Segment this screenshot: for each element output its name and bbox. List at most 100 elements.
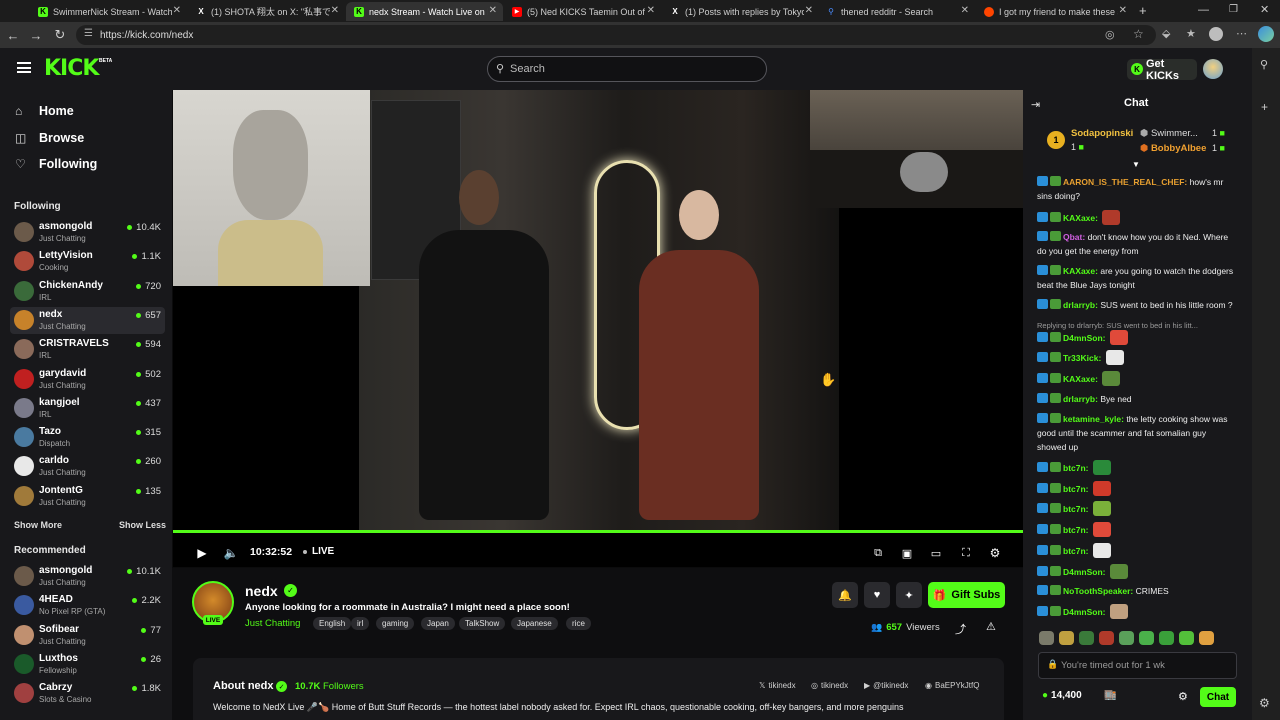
stream-category[interactable]: Just Chatting (245, 618, 300, 629)
chat-username[interactable]: ketamine_kyle (1063, 414, 1121, 424)
follow-heart-icon[interactable]: ♥ (864, 582, 890, 608)
forward-icon[interactable]: → (27, 26, 45, 44)
nav-browse[interactable]: ◫ Browse (15, 131, 84, 145)
sparkle-icon[interactable]: ✦ (896, 582, 922, 608)
tag-chip[interactable]: Japanese (511, 617, 558, 630)
sidebar-channel-cabrzy[interactable]: Cabrzy Slots & Casino 1.8K (10, 680, 165, 707)
social-link-instagram[interactable]: ◎ tikinedx (811, 681, 848, 690)
chat-message[interactable]: drlarryb: SUS went to bed in his little … (1037, 298, 1237, 312)
sidebar-channel-garydavid[interactable]: garydavid Just Chatting 502 (10, 366, 165, 393)
favorites-icon[interactable]: ★ (1186, 27, 1196, 40)
tag-chip[interactable]: rice (566, 617, 591, 630)
close-icon[interactable]: ✕ (173, 5, 181, 16)
profile-avatar[interactable] (1209, 27, 1223, 41)
pip-icon[interactable]: ▣ (900, 546, 914, 560)
browser-tab[interactable]: ⚲ thened redditr - Search ✕ (818, 2, 975, 21)
chat-input[interactable]: 🔒 You're timed out for 1 wk (1038, 652, 1237, 679)
chat-username[interactable]: D4mnSon (1063, 567, 1103, 577)
emote-icon[interactable] (1139, 631, 1154, 645)
chat-username[interactable]: D4mnSon (1063, 607, 1103, 617)
chat-username[interactable]: KAXaxe (1063, 374, 1095, 384)
address-bar[interactable]: ☰ https://kick.com/nedx (76, 25, 1156, 45)
gifter-name[interactable]: ⬢ Swimmer... (1140, 128, 1198, 139)
chat-username[interactable]: NoToothSpeaker (1063, 586, 1130, 596)
chat-username[interactable]: btc7n (1063, 484, 1086, 494)
add-icon[interactable]: + (1261, 100, 1268, 114)
more-menu-icon[interactable]: ⋯ (1236, 27, 1247, 40)
chat-message[interactable]: ketamine_kyle: the letty cooking show wa… (1037, 412, 1237, 454)
chat-message[interactable]: KAXaxe: are you going to watch the dodge… (1037, 264, 1237, 292)
top-gifter-name[interactable]: Sodapopinski (1071, 128, 1133, 139)
report-icon[interactable]: ⚠ (986, 620, 996, 633)
chat-message[interactable]: drlarryb: Bye ned (1037, 392, 1237, 406)
settings-gear-icon[interactable]: ⚙ (988, 546, 1002, 560)
browser-tab[interactable]: X (1) Posts with replies by Tokyo In ✕ (662, 2, 819, 21)
sidebar-channel-chickenandy[interactable]: ChickenAndy IRL 720 (10, 278, 165, 305)
tag-chip[interactable]: irl (351, 617, 370, 630)
chat-username[interactable]: Qbat (1063, 232, 1082, 242)
chat-username[interactable]: drlarryb (1063, 300, 1095, 310)
sidebar-channel-asmongold[interactable]: asmongold Just Chatting 10.4K (10, 219, 165, 246)
copilot-icon[interactable] (1258, 26, 1274, 42)
sidebar-channel-jontentg[interactable]: JontentG Just Chatting 135 (10, 483, 165, 510)
close-icon[interactable]: ✕ (805, 5, 813, 16)
video-player[interactable]: ✋ (173, 90, 1024, 567)
chat-message[interactable]: KAXaxe: (1037, 210, 1237, 225)
social-link-youtube[interactable]: ▶ @tikinedx (864, 681, 908, 690)
chat-settings-icon[interactable]: ⚙ (1178, 690, 1188, 703)
sidebar-channel-sofibear[interactable]: Sofibear Just Chatting 77 (10, 622, 165, 649)
chat-message[interactable]: NoToothSpeaker: CRIMES (1037, 584, 1237, 598)
chat-username[interactable]: btc7n (1063, 504, 1086, 514)
share-icon[interactable]: ⤴ (955, 621, 966, 637)
bookmark-star-icon[interactable]: ☆ (1133, 27, 1144, 41)
progress-track[interactable] (173, 530, 1024, 533)
minimize-icon[interactable]: — (1198, 4, 1209, 16)
tag-chip[interactable]: Japan (421, 617, 455, 630)
close-icon[interactable]: ✕ (331, 5, 339, 16)
chat-message[interactable]: btc7n: (1037, 543, 1237, 558)
chat-username[interactable]: drlarryb (1063, 394, 1095, 404)
close-icon[interactable]: ✕ (489, 5, 497, 16)
expand-chevron-icon[interactable]: ▼ (1132, 160, 1140, 169)
close-icon[interactable]: ✕ (961, 5, 969, 16)
chat-username[interactable]: AARON_IS_THE_REAL_CHEF (1063, 177, 1184, 187)
emote-icon[interactable] (1099, 631, 1114, 645)
translate-icon[interactable]: ◎ (1105, 28, 1115, 41)
volume-icon[interactable]: 🔈 (224, 546, 239, 560)
sidebar-channel-nedx[interactable]: nedx Just Chatting 657 (10, 306, 165, 334)
get-kicks-button[interactable]: K Get KICKs (1127, 58, 1197, 82)
chat-message[interactable]: btc7n: (1037, 522, 1237, 537)
window-close-icon[interactable]: ✕ (1260, 3, 1269, 16)
chat-message[interactable]: Qbat: don't know how you do it Ned. Wher… (1037, 230, 1237, 258)
play-icon[interactable]: ▶ (195, 546, 209, 560)
emote-icon[interactable] (1059, 631, 1074, 645)
chat-message[interactable]: AARON_IS_THE_REAL_CHEF: how's mr sins do… (1037, 175, 1237, 203)
sidebar-channel-carldo[interactable]: carldo Just Chatting 260 (10, 453, 165, 480)
social-link-x[interactable]: 𝕏tikinedx (759, 681, 796, 690)
browser-tab[interactable]: ▶ (5) Ned KICKS Taemin Out of Re ✕ (504, 2, 661, 21)
emote-icon[interactable] (1079, 631, 1094, 645)
clip-icon[interactable]: ⧉ (871, 546, 885, 560)
back-icon[interactable]: ← (4, 26, 22, 44)
sidebar-channel-luxthos[interactable]: Luxthos Fellowship 26 (10, 651, 165, 678)
browser-tab[interactable]: X (1) SHOTA 翔太 on X: "私事ですが✕ (188, 2, 345, 21)
search-icon[interactable]: ⚲ (1260, 58, 1268, 71)
browser-tab[interactable]: K SwimmerNick Stream - Watch Li ✕ (30, 2, 187, 21)
chat-message[interactable]: btc7n: (1037, 460, 1237, 475)
emote-icon[interactable] (1199, 631, 1214, 645)
extensions-icon[interactable]: ⬙ (1162, 27, 1170, 40)
chat-username[interactable]: btc7n (1063, 463, 1086, 473)
chat-username[interactable]: Tr33Kick (1063, 353, 1098, 363)
close-icon[interactable]: ✕ (647, 5, 655, 16)
sidebar-channel-kangjoel[interactable]: kangjoel IRL 437 (10, 395, 165, 422)
chat-username[interactable]: btc7n (1063, 525, 1086, 535)
reload-icon[interactable]: ↻ (51, 26, 69, 44)
emote-icon[interactable] (1159, 631, 1174, 645)
show-less-button[interactable]: Show Less (119, 520, 166, 530)
kicks-balance[interactable]: ● 14,400 (1042, 690, 1082, 701)
gift-subs-button[interactable]: 🎁 Gift Subs (928, 582, 1005, 608)
chat-message[interactable]: D4mnSon: (1037, 604, 1237, 619)
hamburger-menu-icon[interactable] (17, 62, 31, 73)
notification-bell-icon[interactable]: 🔔 (832, 582, 858, 608)
browser-tab[interactable]: I got my friend to make these sh ✕ (976, 2, 1133, 21)
